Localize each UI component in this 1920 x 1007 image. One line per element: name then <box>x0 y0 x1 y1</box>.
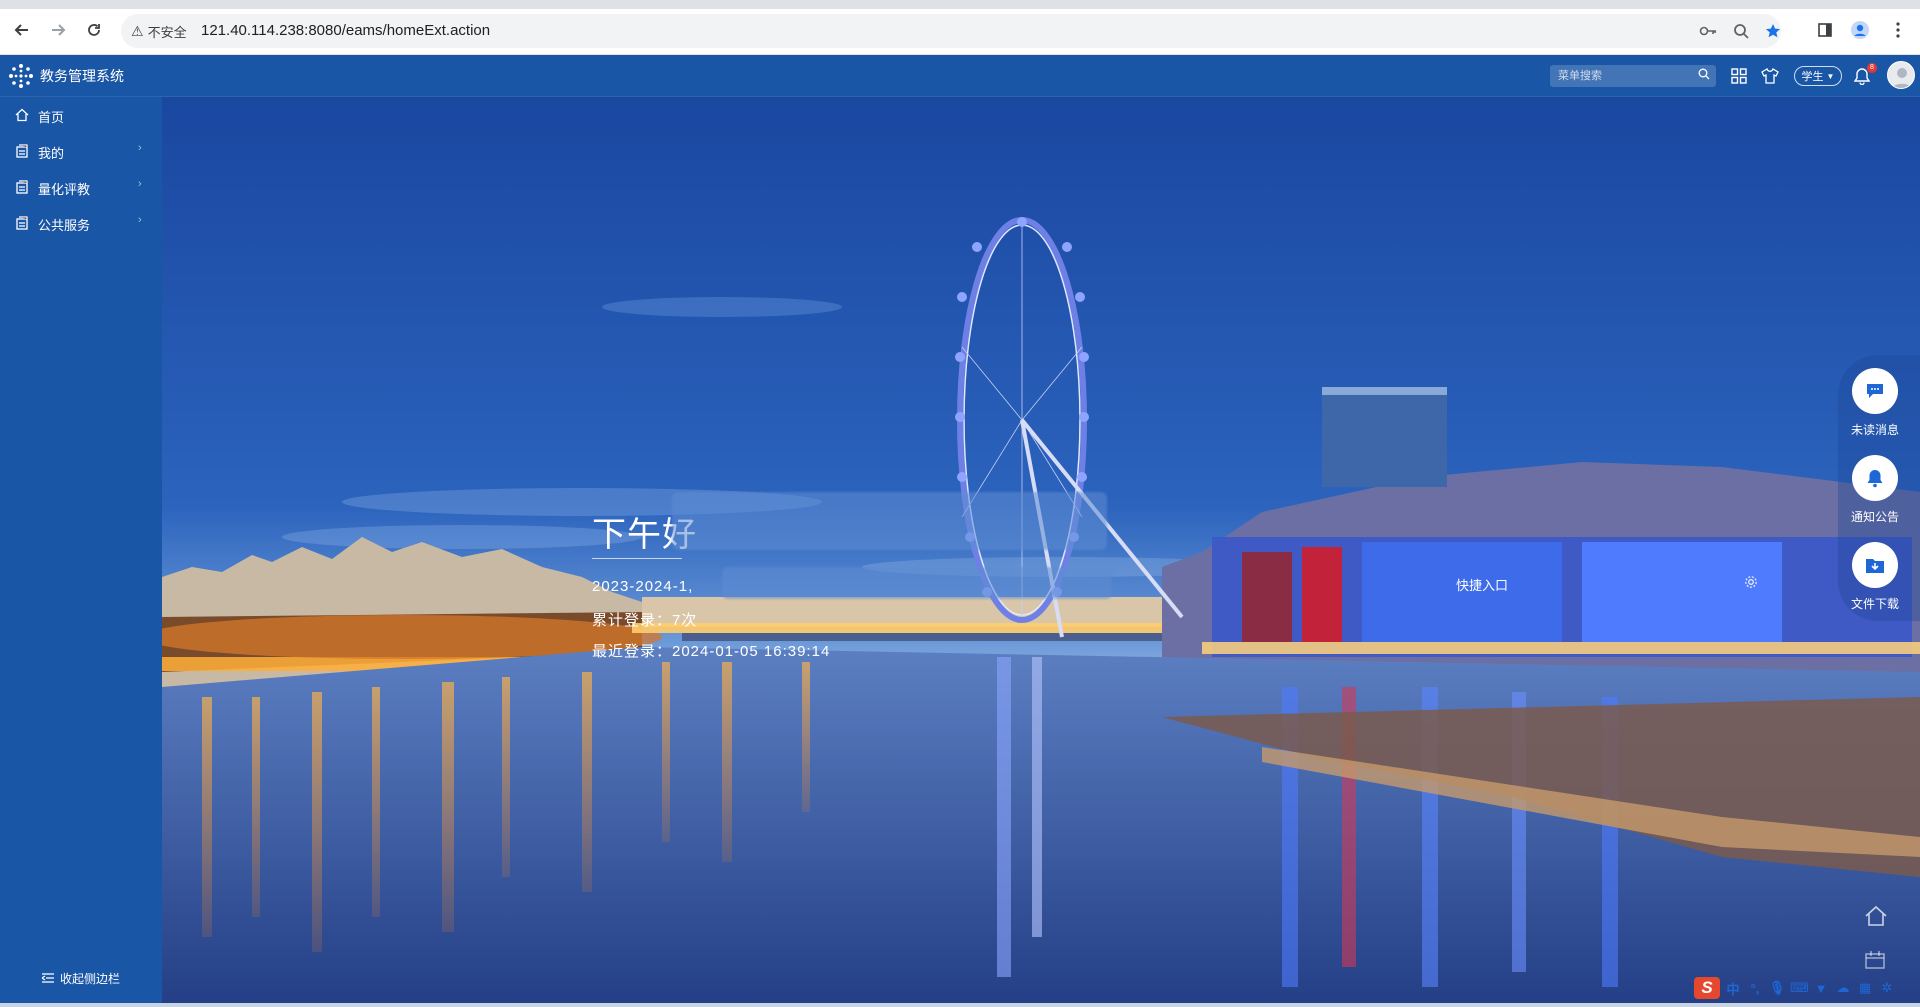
keyboard-icon[interactable]: ⌨ <box>1790 980 1809 996</box>
profile-icon[interactable] <box>1848 18 1872 42</box>
shirt-theme-icon[interactable] <box>1760 66 1780 86</box>
role-select[interactable]: 学生 ▼ <box>1794 66 1842 86</box>
app-title: 教务管理系统 <box>40 68 124 84</box>
menu-dots-icon[interactable] <box>1886 18 1910 42</box>
chevron-right-icon: › <box>138 178 142 190</box>
unread-messages-button[interactable]: 未读消息 <box>1838 355 1920 437</box>
app-header: 教务管理系统 学生 ▼ 8 <box>0 55 1920 97</box>
bottom-edge <box>0 1003 1920 1007</box>
search-icon[interactable] <box>1698 68 1710 83</box>
sidebar-item-evaluation[interactable]: 量化评教 › <box>0 169 162 205</box>
login-count: 累计登录：7次 <box>592 612 698 629</box>
file-download-button[interactable]: 文件下载 <box>1838 529 1920 611</box>
sidebar: 首页 我的 › 量化评教 › 公共服务 › 收起侧边栏 <box>0 97 162 1003</box>
avatar[interactable] <box>1887 61 1915 89</box>
chevron-right-icon: › <box>138 214 142 226</box>
menu-search-input[interactable] <box>1550 65 1690 87</box>
collapse-label: 收起侧边栏 <box>59 971 120 986</box>
browser-toolbar: ⚠ 不安全 121.40.114.238:8080/eams/homeExt.a… <box>0 0 1920 55</box>
sidebar-item-label: 公共服务 <box>38 218 91 233</box>
sogou-logo-icon[interactable]: S <box>1694 977 1720 999</box>
url-text[interactable]: 121.40.114.238:8080/eams/homeExt.action <box>201 22 490 39</box>
settings-icon[interactable]: ✲ <box>1878 980 1896 996</box>
shirt-skin-icon[interactable]: ▼ <box>1812 981 1830 996</box>
sidepanel-icon[interactable] <box>1813 18 1837 42</box>
zoom-icon[interactable] <box>1732 22 1750 40</box>
sidebar-item-label: 量化评教 <box>38 182 91 197</box>
document-icon <box>16 180 28 194</box>
london-eye-night-photo <box>162 97 1920 1003</box>
sidebar-item-public-service[interactable]: 公共服务 › <box>0 205 162 241</box>
message-icon <box>1852 368 1898 414</box>
address-bar[interactable]: ⚠ 不安全 121.40.114.238:8080/eams/homeExt.a… <box>121 14 1781 48</box>
last-login: 最近登录：2024-01-05 16:39:14 <box>592 643 831 660</box>
sidebar-item-label: 首页 <box>38 110 65 125</box>
unread-messages-label: 未读消息 <box>1850 423 1899 437</box>
collapse-icon <box>41 973 54 983</box>
term-info: 2023-2024-1, <box>592 578 694 595</box>
sidebar-item-home[interactable]: 首页 <box>0 97 162 133</box>
logo-icon <box>9 64 33 88</box>
greeting-divider <box>592 558 682 559</box>
security-label: 不安全 <box>147 25 187 40</box>
back-icon[interactable] <box>10 18 34 42</box>
ime-punctuation-toggle[interactable]: °, <box>1746 981 1764 996</box>
star-icon[interactable] <box>1764 22 1782 40</box>
bell-icon <box>1852 455 1898 501</box>
reload-icon[interactable] <box>82 18 106 42</box>
security-indicator[interactable]: ⚠ 不安全 <box>131 22 187 41</box>
cloud-icon[interactable]: ☁ <box>1834 980 1852 996</box>
document-icon <box>16 216 28 230</box>
sidebar-item-mine[interactable]: 我的 › <box>0 133 162 169</box>
sidebar-item-label: 我的 <box>38 146 65 161</box>
role-label: 学生 <box>1801 71 1824 83</box>
document-icon <box>16 144 28 158</box>
redacted-name-block <box>672 492 1107 550</box>
microphone-icon[interactable]: 🎙 <box>1768 980 1786 996</box>
file-download-label: 文件下载 <box>1850 597 1899 611</box>
brand[interactable]: 教务管理系统 <box>8 63 124 89</box>
key-icon[interactable] <box>1699 22 1717 40</box>
ime-mode-toggle[interactable]: 中 <box>1724 979 1742 998</box>
gear-icon[interactable] <box>1744 575 1758 592</box>
chevron-right-icon: › <box>138 142 142 154</box>
calendar-icon[interactable] <box>1864 950 1886 976</box>
tab-strip <box>0 0 1920 9</box>
home-shortcut-icon[interactable] <box>1864 905 1888 933</box>
forward-icon[interactable] <box>46 18 70 42</box>
ime-toolbar: S 中 °, 🎙 ⌨ ▼ ☁ ▦ ✲ <box>1690 975 1920 1001</box>
caret-down-icon: ▼ <box>1826 71 1835 81</box>
redacted-info-block <box>722 567 1112 599</box>
download-icon <box>1852 542 1898 588</box>
grid-apps-icon[interactable] <box>1729 66 1749 86</box>
floating-action-panel: 未读消息 通知公告 文件下载 <box>1838 355 1920 621</box>
notice-button[interactable]: 通知公告 <box>1838 442 1920 524</box>
quick-entry-title[interactable]: 快捷入口 <box>1456 575 1508 594</box>
notification-badge: 8 <box>1867 63 1877 73</box>
home-icon <box>15 108 29 122</box>
warning-icon: ⚠ <box>131 23 144 39</box>
hero-background: 下午好 2023-2024-1, 累计登录：7次 最近登录：2024-01-05… <box>162 97 1920 1003</box>
menu-search[interactable] <box>1550 65 1716 87</box>
grid-tools-icon[interactable]: ▦ <box>1856 980 1874 996</box>
notice-label: 通知公告 <box>1850 510 1899 524</box>
collapse-sidebar-button[interactable]: 收起侧边栏 <box>0 954 162 1002</box>
